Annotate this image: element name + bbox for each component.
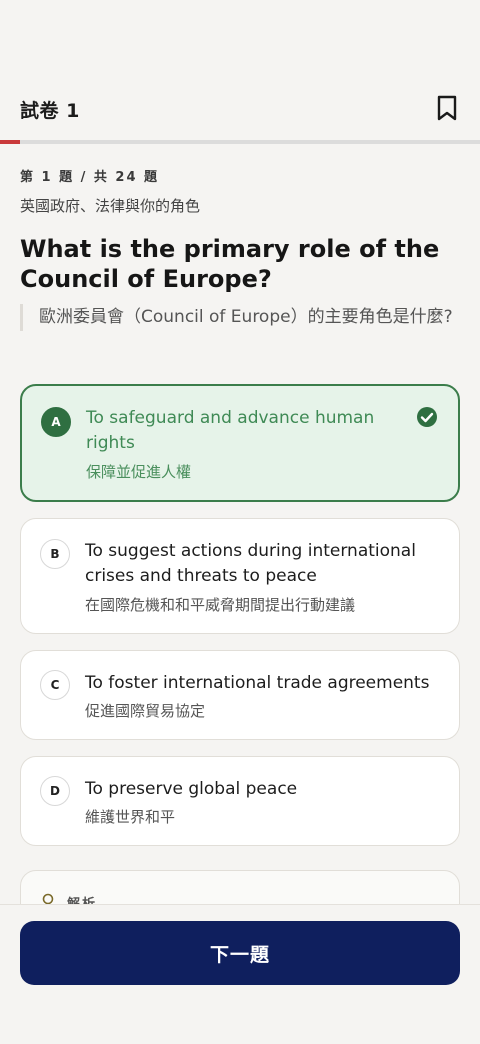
option-text-en: To safeguard and advance human rights	[86, 408, 375, 453]
progress-bar-fill	[0, 140, 21, 144]
option-text-zh: 保障並促進人權	[86, 463, 192, 481]
option-text-zh: 在國際危機和和平威脅期間提出行動建議	[85, 596, 356, 614]
option-text-zh: 維護世界和平	[85, 808, 176, 826]
footer: 下一題	[0, 904, 480, 1044]
option-text-en: To foster international trade agreements	[85, 673, 430, 693]
next-question-button[interactable]: 下一題	[20, 921, 460, 985]
progress-bar	[0, 140, 480, 144]
question-counter: 第 1 題 / 共 24 題	[20, 170, 160, 185]
option-a[interactable]: A To safeguard and advance human rights …	[20, 384, 460, 502]
option-text-en: To suggest actions during international …	[85, 541, 416, 586]
question-text-zh: 歐洲委員會（Council of Europe）的主要角色是什麼?	[20, 304, 460, 331]
option-d[interactable]: D To preserve global peace 維護世界和平	[20, 756, 460, 846]
option-letter-badge: C	[40, 670, 70, 700]
header: 試卷 1	[0, 0, 480, 144]
option-c[interactable]: C To foster international trade agreemen…	[20, 650, 460, 740]
bookmark-icon[interactable]	[436, 95, 458, 121]
option-text-en: To preserve global peace	[85, 779, 298, 799]
check-circle-icon	[417, 407, 437, 427]
option-text-zh: 促進國際貿易協定	[85, 702, 206, 720]
option-b[interactable]: B To suggest actions during internationa…	[20, 518, 460, 634]
option-letter-badge: B	[40, 539, 70, 569]
question-area: 第 1 題 / 共 24 題 英國政府、法律與你的角色 What is the …	[0, 160, 480, 331]
option-letter-badge: D	[40, 776, 70, 806]
question-text-en: What is the primary role of the Council …	[20, 235, 440, 293]
page-title: 試卷 1	[20, 100, 80, 122]
option-letter-badge: A	[41, 407, 71, 437]
question-category: 英國政府、法律與你的角色	[20, 197, 201, 215]
